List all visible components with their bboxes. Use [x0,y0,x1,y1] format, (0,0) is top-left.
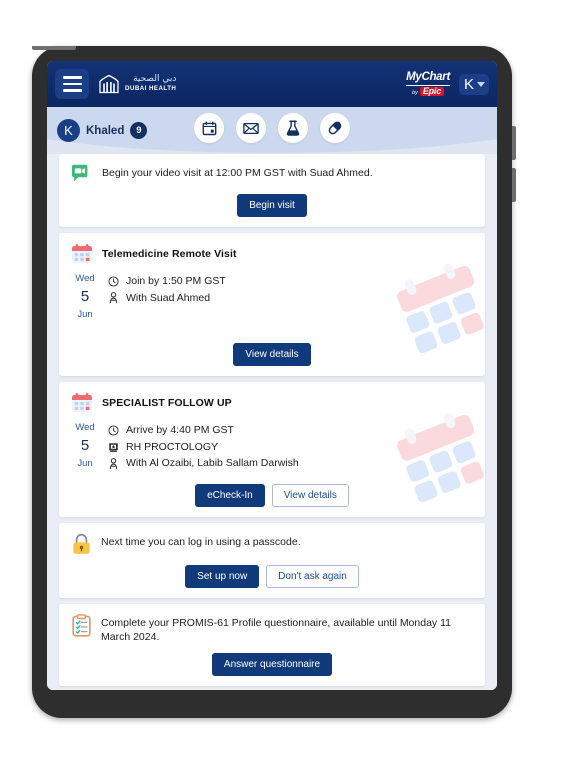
set-up-passcode-button[interactable]: Set up now [185,565,260,589]
power-button[interactable] [32,46,76,50]
appointment-month: Jun [77,457,93,469]
quick-nav-medications-button[interactable] [320,113,350,143]
quick-nav-appointments-button[interactable] [194,113,224,143]
video-chat-icon [71,164,93,185]
mychart-wordmark: MyChart [406,71,450,86]
view-details-button[interactable]: View details [271,484,349,508]
patient-context-bar: K Khaled 9 [47,107,497,154]
dubai-health-logo: دبي الصحية DUBAI HEALTH [98,74,176,94]
brand-name-arabic: دبي الصحية [133,74,177,85]
calendar-card-icon [71,392,93,414]
appointment-provider: With Suad Ahmed [126,291,211,304]
header-right-group: MyChart by Epic K [406,71,489,96]
appointment-day: 5 [80,287,90,305]
hamburger-bar [62,89,82,92]
clock-icon [108,276,119,287]
appointment-detail-line: Arrive by 4:40 PM GST [108,422,299,439]
hospital-icon [108,442,119,453]
appointment-title: SPECIALIST FOLLOW UP [102,397,232,410]
appointment-date: Wed 5 Jun [71,421,99,472]
appointment-card: SPECIALIST FOLLOW UP Wed 5 Jun Arrive by… [59,382,485,518]
quick-nav-messages-button[interactable] [236,113,266,143]
account-initial: K [463,75,474,93]
appointment-month: Jun [77,308,93,320]
flask-icon [286,120,300,136]
answer-questionnaire-button[interactable]: Answer questionnaire [211,653,333,677]
avatar: K [57,119,80,142]
volume-down-button[interactable] [512,168,516,202]
epic-wordmark: Epic [419,87,445,96]
appointment-department: RH PROCTOLOGY [126,440,218,453]
appointment-date: Wed 5 Jun [71,272,99,321]
tablet-device-frame: دبي الصحية DUBAI HEALTH MyChart by Epic … [29,43,516,721]
appointment-detail-line: With Suad Ahmed [108,290,226,307]
appointment-time: Join by 1:50 PM GST [126,275,226,287]
questionnaire-card: Complete your PROMIS-61 Profile question… [59,604,485,687]
clipboard-icon [71,614,92,638]
brand-name-english: DUBAI HEALTH [125,85,177,93]
home-feed[interactable]: Begin your video visit at 12:00 PM GST w… [47,154,497,690]
view-details-button[interactable]: View details [233,343,311,367]
hamburger-bar [62,82,82,86]
appointment-card: Telemedicine Remote Visit Wed 5 Jun Join… [59,233,485,377]
tablet-screen: دبي الصحية DUBAI HEALTH MyChart by Epic … [47,61,497,690]
appointment-detail-line: With Al Ozaibi, Labib Sallam Darwish [108,455,299,472]
quick-nav-bar [194,113,350,143]
mychart-by-epic-logo: MyChart by Epic [406,71,450,96]
dubai-health-building-icon [98,74,120,94]
chevron-down-icon [477,81,485,87]
video-visit-card: Begin your video visit at 12:00 PM GST w… [59,154,485,227]
appointment-provider: With Al Ozaibi, Labib Sallam Darwish [126,457,299,470]
hamburger-bar [62,76,82,79]
envelope-icon [243,121,259,136]
appointment-detail-line: Join by 1:50 PM GST [108,273,226,290]
patient-selector[interactable]: K Khaled 9 [57,119,148,142]
patient-name: Khaled [86,124,125,137]
hamburger-menu-icon[interactable] [55,69,89,99]
video-visit-message: Begin your video visit at 12:00 PM GST w… [102,167,373,179]
begin-visit-button[interactable]: Begin visit [237,194,307,217]
appointment-day-of-week: Wed [75,422,95,434]
appointment-title: Telemedicine Remote Visit [102,248,237,260]
notification-count-badge: 9 [130,122,148,139]
calendar-icon [202,121,217,136]
appointment-day: 5 [80,437,90,455]
echeck-in-button[interactable]: eCheck-In [195,484,265,508]
appointment-day-of-week: Wed [75,273,95,284]
person-icon [108,291,119,304]
clock-icon [108,425,119,436]
calendar-card-icon [71,243,93,265]
quick-nav-test-results-button[interactable] [278,113,308,143]
appointment-detail-line: RH PROCTOLOGY [108,439,299,456]
mychart-by-label: by [412,89,418,96]
dont-ask-again-button[interactable]: Don't ask again [266,565,359,589]
account-switcher-button[interactable]: K [458,73,489,95]
app-header: دبي الصحية DUBAI HEALTH MyChart by Epic … [47,61,497,107]
passcode-message: Next time you can log in using a passcod… [101,536,301,549]
passcode-prompt-card: Next time you can log in using a passcod… [59,523,485,599]
lock-icon [71,533,92,556]
pill-icon [327,120,343,136]
questionnaire-message: Complete your PROMIS-61 Profile question… [101,617,451,644]
appointment-time: Arrive by 4:40 PM GST [126,424,234,437]
volume-up-button[interactable] [512,126,516,160]
person-icon [108,457,119,470]
